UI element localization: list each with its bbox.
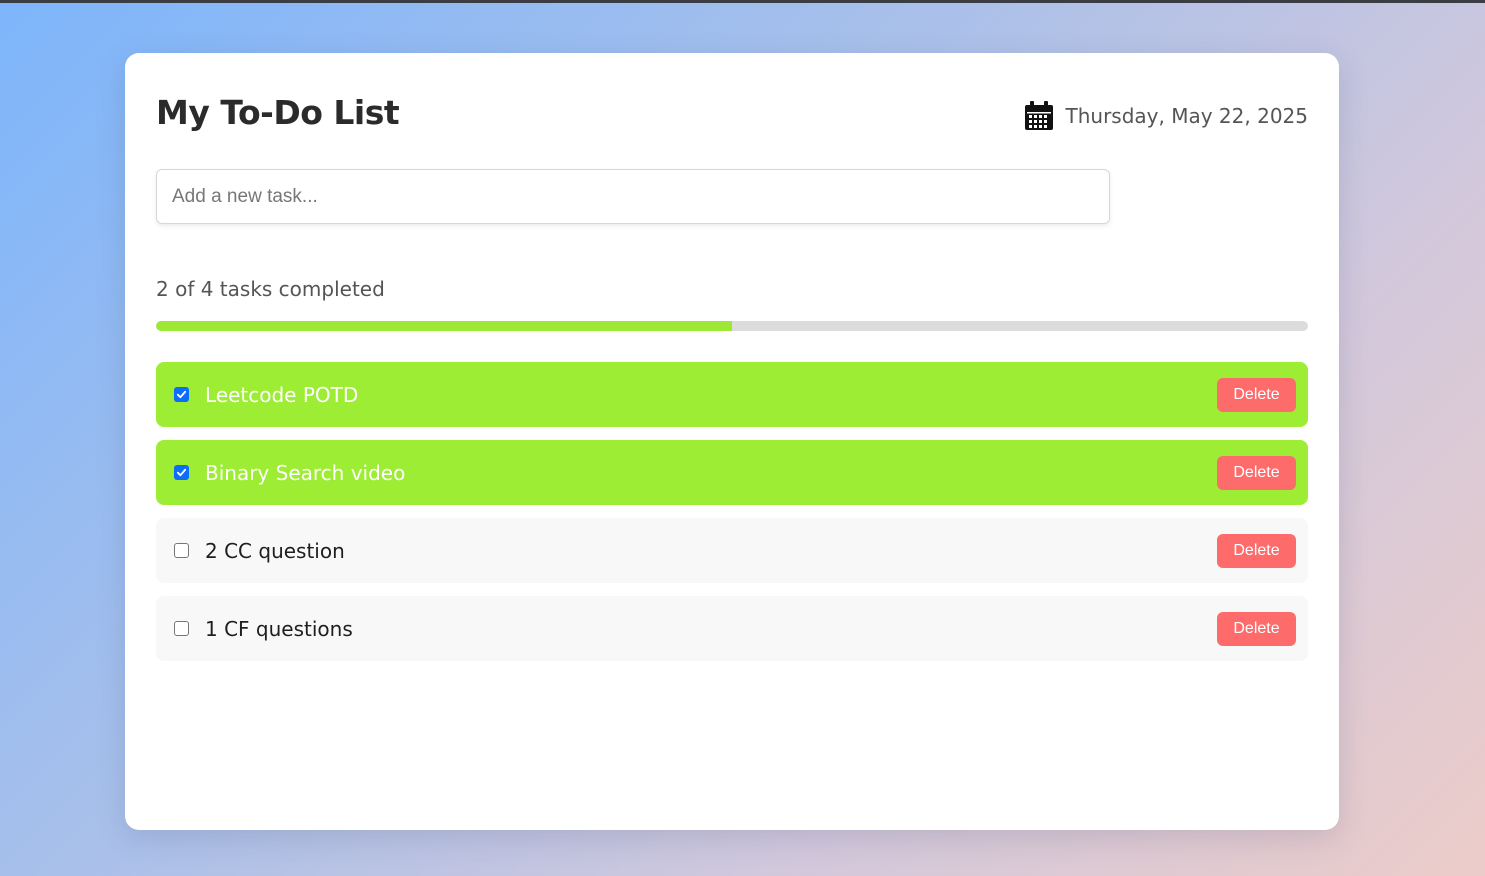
progress-fill [156,321,732,331]
delete-button[interactable]: Delete [1217,611,1296,646]
date-text: Thursday, May 22, 2025 [1065,104,1308,128]
task-item: Leetcode POTD Delete [156,362,1308,427]
task-text: Leetcode POTD [205,382,359,407]
task-text: 1 CF questions [205,616,353,641]
task-text: 2 CC question [205,538,345,563]
task-item: 2 CC question Delete [156,518,1308,583]
delete-button[interactable]: Delete [1217,533,1296,568]
date-display: Thursday, May 22, 2025 [1024,101,1308,131]
task-list: Leetcode POTD Delete Binary Search video De… [156,362,1308,674]
task-checkbox[interactable] [174,543,189,558]
page-title: My To-Do List [156,93,400,132]
task-checkbox-checked[interactable] [174,465,189,480]
progress-bar [156,321,1308,331]
task-text: Binary Search video [205,460,406,485]
new-task-input[interactable] [156,169,1110,224]
task-item: Binary Search video Delete [156,440,1308,505]
delete-button[interactable]: Delete [1217,455,1296,490]
delete-button[interactable]: Delete [1217,377,1296,412]
todo-card: My To-Do List Thursday, May 22, 2025 2 o… [125,53,1339,830]
task-checkbox-checked[interactable] [174,387,189,402]
progress-label: 2 of 4 tasks completed [156,277,385,301]
task-checkbox[interactable] [174,621,189,636]
window-top-border [0,0,1485,3]
task-item: 1 CF questions Delete [156,596,1308,661]
calendar-icon [1024,101,1054,131]
